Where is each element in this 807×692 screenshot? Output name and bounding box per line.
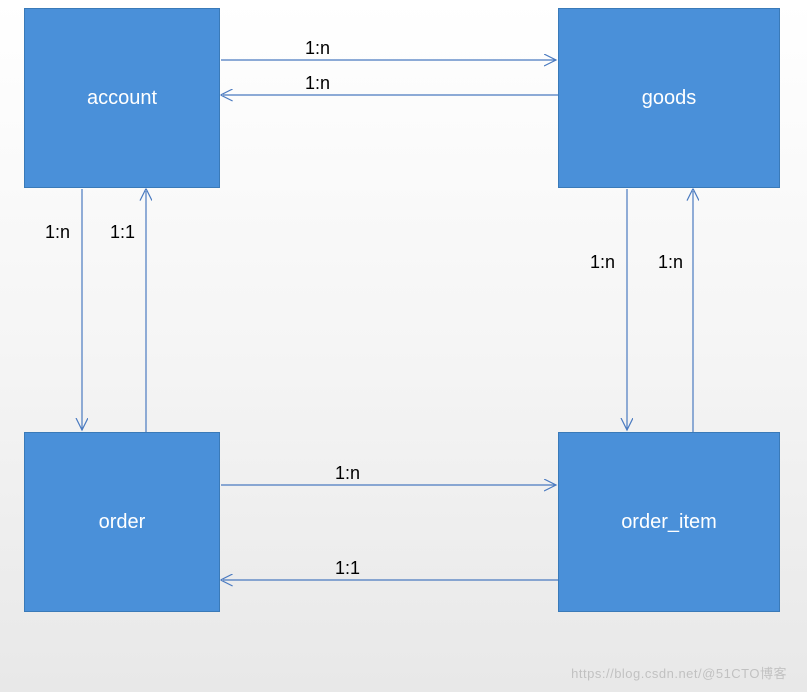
rel-goods-item-right: 1:n	[658, 252, 683, 273]
entity-goods-label: goods	[642, 87, 697, 110]
entity-goods: goods	[558, 8, 780, 188]
entity-order-label: order	[99, 511, 146, 534]
entity-order-item-label: order_item	[621, 511, 717, 534]
entity-account: account	[24, 8, 220, 188]
rel-goods-item-left: 1:n	[590, 252, 615, 273]
entity-order: order	[24, 432, 220, 612]
rel-account-order-left: 1:n	[45, 222, 70, 243]
watermark-text: https://blog.csdn.net/@51CTO博客	[571, 663, 787, 682]
rel-order-item-top: 1:n	[335, 463, 360, 484]
rel-account-order-right: 1:1	[110, 222, 135, 243]
entity-account-label: account	[87, 87, 157, 110]
rel-order-item-bottom: 1:1	[335, 558, 360, 579]
rel-account-goods-top: 1:n	[305, 38, 330, 59]
rel-account-goods-bottom: 1:n	[305, 73, 330, 94]
entity-order-item: order_item	[558, 432, 780, 612]
